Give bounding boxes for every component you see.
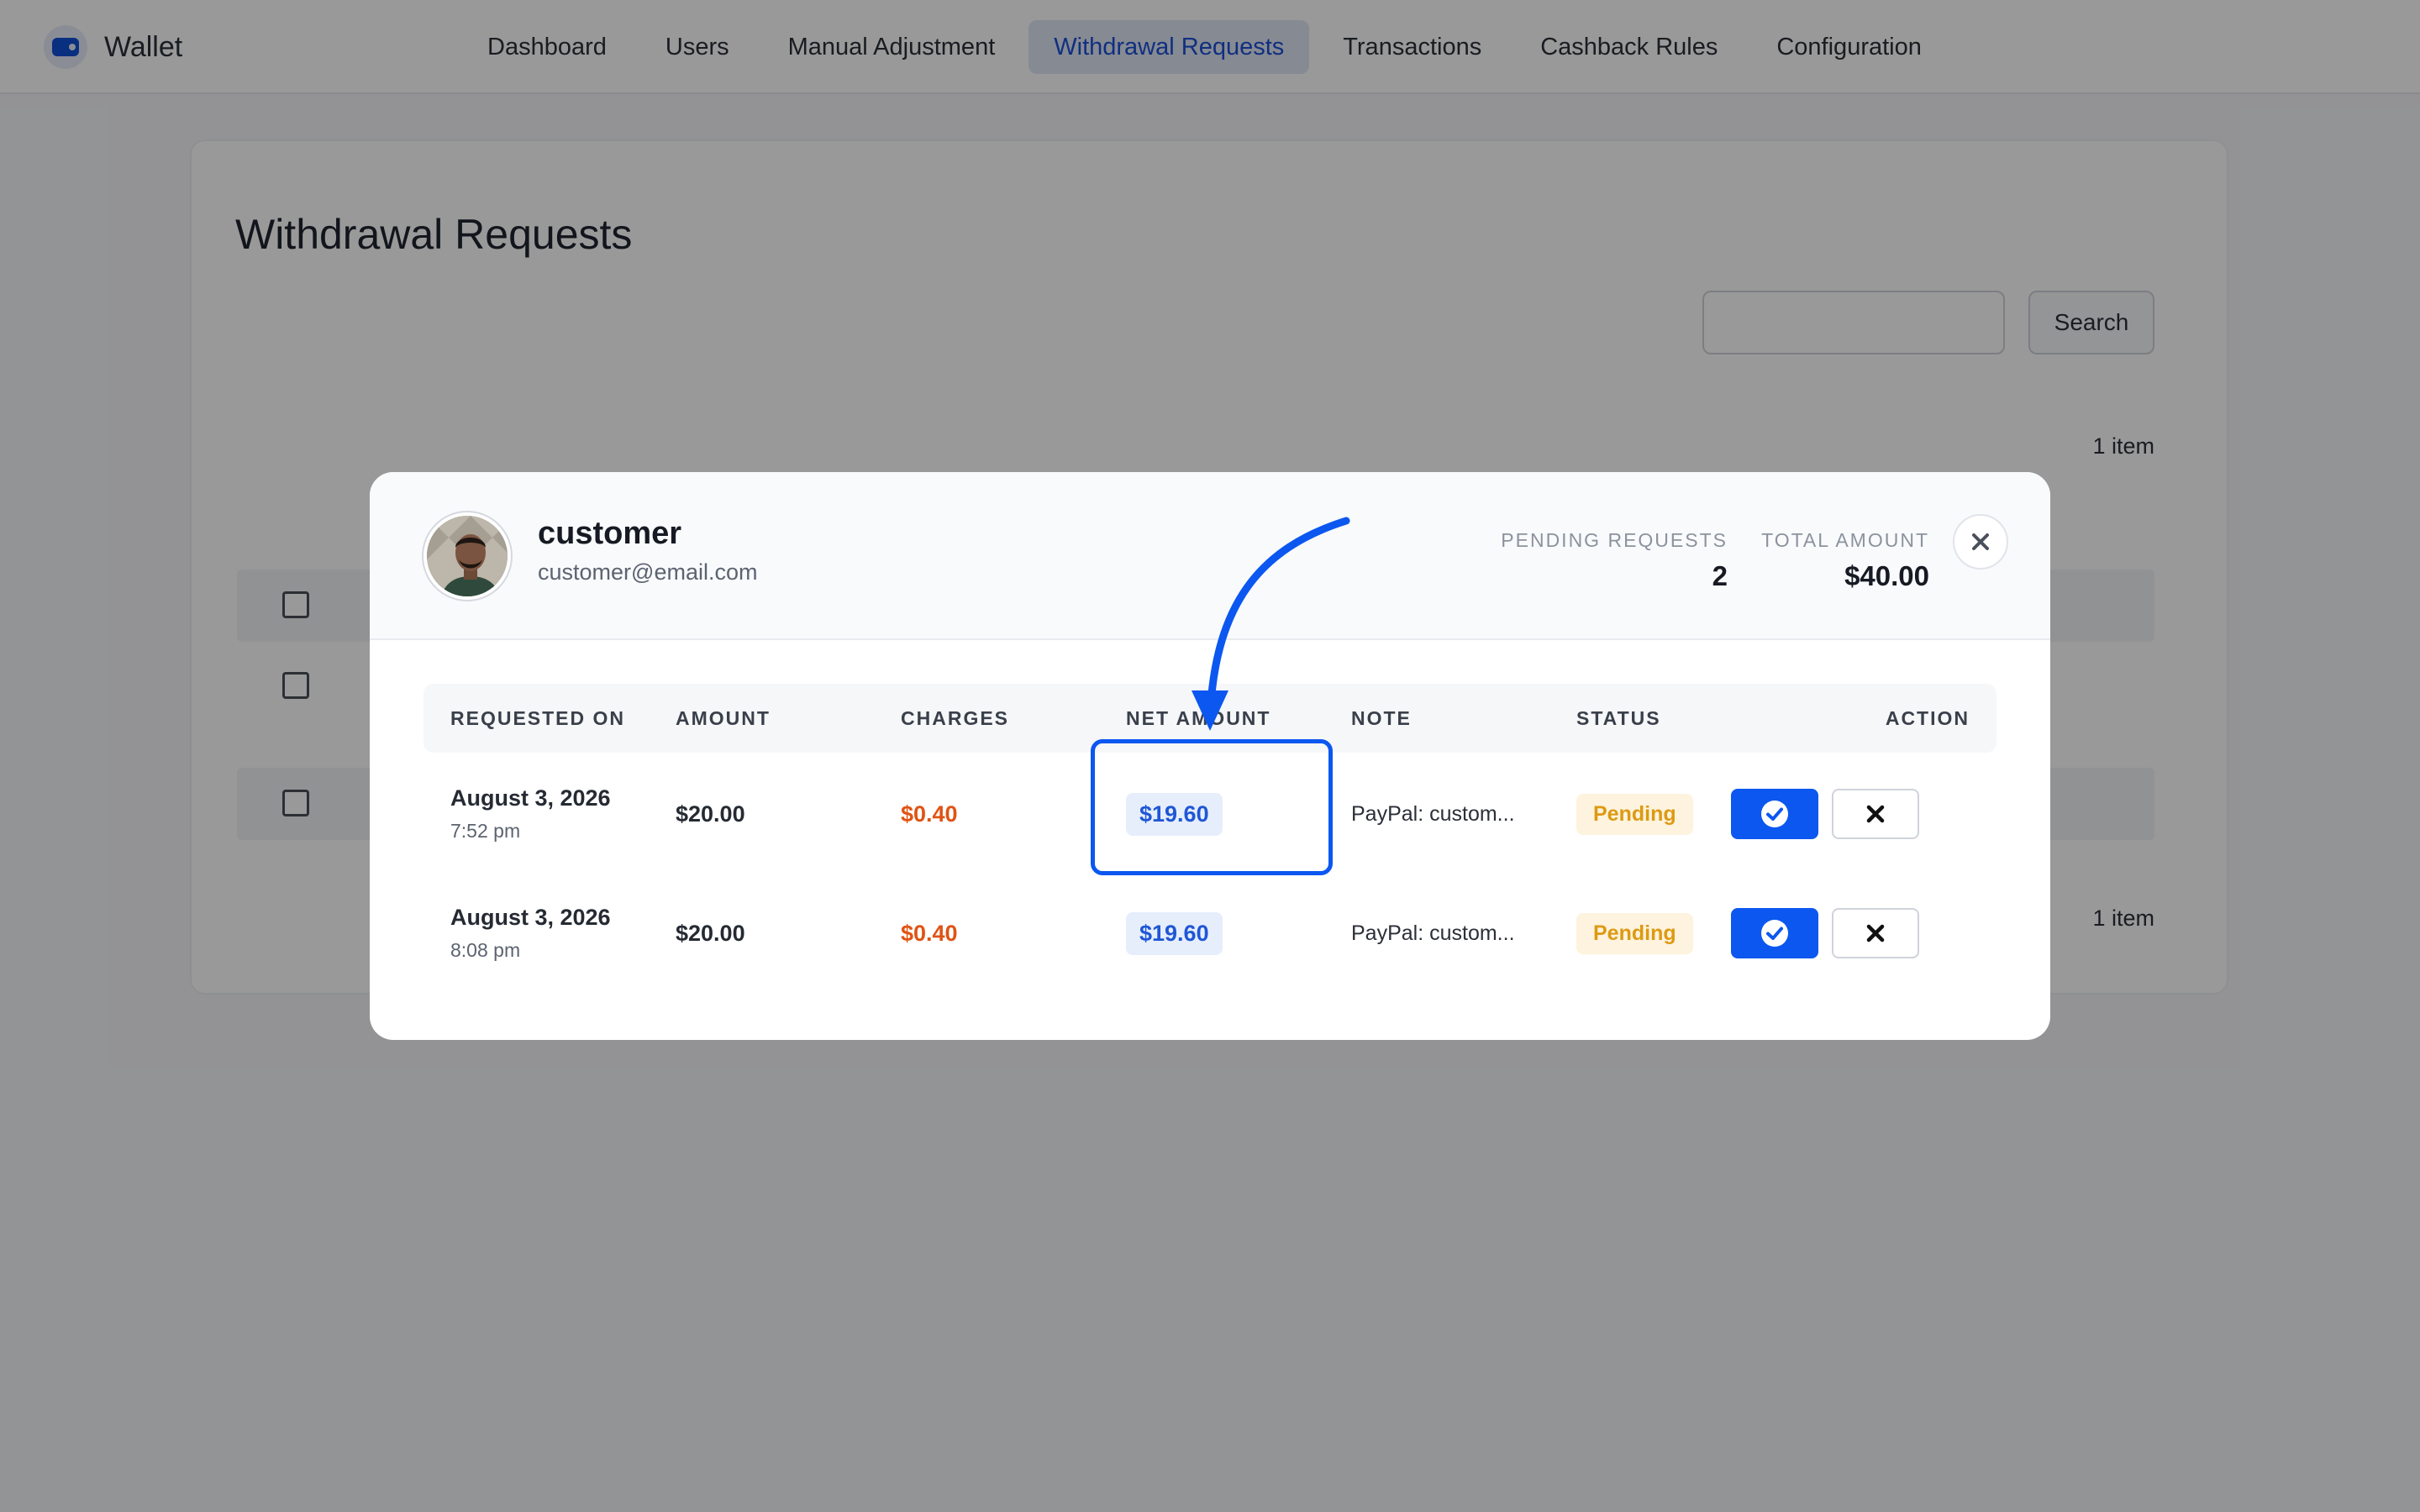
note-value: PayPal: custom...: [1351, 801, 1515, 826]
request-time: 8:08 pm: [450, 939, 521, 961]
close-icon: [1972, 533, 1989, 550]
table-row: August 3, 2026 8:08 pm $20.00 $0.40 $19.…: [424, 874, 1996, 993]
net-amount-badge: $19.60: [1126, 911, 1223, 955]
net-amount-highlight-box: [1091, 739, 1333, 875]
check-circle-icon: [1761, 920, 1788, 947]
x-icon: [1866, 924, 1885, 942]
approve-button[interactable]: [1731, 908, 1818, 958]
note-cell: PayPal: custom...: [1351, 754, 1515, 874]
request-date: August 3, 2026: [450, 785, 611, 811]
reject-button[interactable]: [1832, 908, 1919, 958]
approve-button[interactable]: [1731, 789, 1818, 839]
total-amount-label: TOTAL AMOUNT: [1761, 529, 1929, 551]
request-date: August 3, 2026: [450, 905, 611, 930]
reject-button[interactable]: [1832, 789, 1919, 839]
charges-cell: $0.40: [901, 874, 958, 993]
amount-cell: $20.00: [676, 874, 745, 993]
check-circle-icon: [1761, 801, 1788, 827]
charges-value: $0.40: [901, 801, 958, 827]
annotation-arrow: [1192, 517, 1350, 731]
amount-value: $20.00: [676, 801, 745, 827]
user-email: customer@email.com: [538, 559, 758, 585]
col-charges: CHARGES: [901, 707, 1010, 729]
request-time: 7:52 pm: [450, 820, 521, 842]
net-amount-cell: $19.60: [1126, 874, 1223, 993]
col-amount: AMOUNT: [676, 707, 771, 729]
total-amount-value: $40.00: [1844, 560, 1929, 591]
avatar: [424, 512, 511, 600]
pending-requests-label: PENDING REQUESTS: [1501, 529, 1728, 551]
col-action: ACTION: [1885, 707, 1970, 729]
status-cell: Pending: [1576, 874, 1693, 993]
col-requested-on: REQUESTED ON: [450, 707, 626, 729]
status-cell: Pending: [1576, 754, 1693, 874]
modal-close-button[interactable]: [1953, 514, 2008, 570]
col-status: STATUS: [1576, 707, 1661, 729]
user-name: customer: [538, 516, 682, 551]
amount-cell: $20.00: [676, 754, 745, 874]
note-value: PayPal: custom...: [1351, 921, 1515, 945]
charges-cell: $0.40: [901, 754, 958, 874]
x-icon: [1866, 805, 1885, 823]
status-badge: Pending: [1576, 793, 1693, 835]
pending-requests-stat: PENDING REQUESTS 2: [1501, 529, 1728, 592]
requested-on-cell: August 3, 2026 8:08 pm: [450, 874, 611, 993]
amount-value: $20.00: [676, 920, 745, 946]
note-cell: PayPal: custom...: [1351, 874, 1515, 993]
total-amount-stat: TOTAL AMOUNT $40.00: [1761, 529, 1929, 592]
status-badge: Pending: [1576, 912, 1693, 954]
charges-value: $0.40: [901, 920, 958, 946]
requested-on-cell: August 3, 2026 7:52 pm: [450, 754, 611, 874]
pending-requests-value: 2: [1712, 560, 1728, 591]
